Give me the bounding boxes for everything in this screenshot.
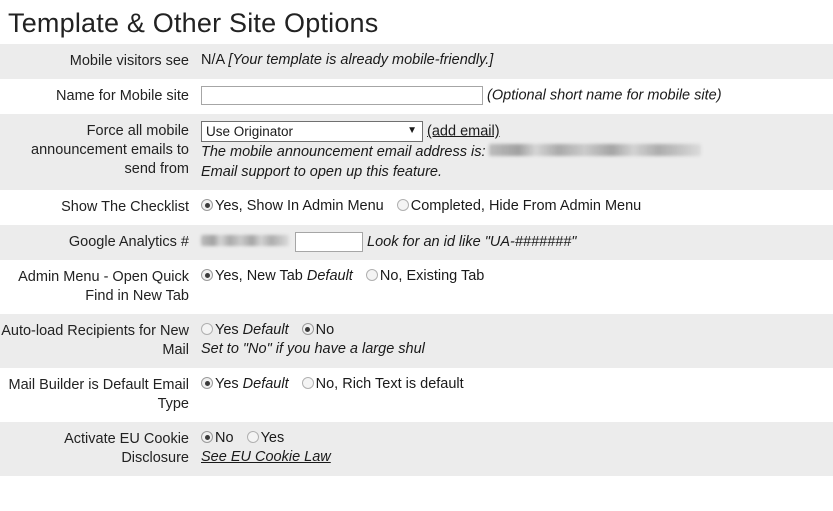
value-mail-builder-default: Yes Default No, Rich Text is default bbox=[195, 368, 833, 422]
label-mobile-visitors-see: Mobile visitors see bbox=[69, 53, 189, 69]
announcement-email-note-line-2: Email support to open up this feature. bbox=[201, 164, 443, 180]
eu-cookie-law-link[interactable]: See EU Cookie Law bbox=[201, 448, 833, 467]
label-mobile-site-name: Name for Mobile site bbox=[56, 88, 189, 104]
label-force-announcement-sender: Force all mobile announcement emails to … bbox=[31, 123, 189, 177]
row-autoload-recipients: Auto-load Recipients for New Mail Yes Def… bbox=[0, 314, 833, 368]
page-title: Template & Other Site Options bbox=[8, 8, 379, 38]
quick-find-option-no[interactable]: No, Existing Tab bbox=[365, 267, 485, 286]
radio-label-autoload-no: No bbox=[315, 322, 335, 338]
mobile-site-name-input[interactable] bbox=[201, 86, 483, 105]
radio-mail-builder-no[interactable] bbox=[301, 377, 314, 389]
eu-cookie-option-yes[interactable]: Yes bbox=[246, 429, 285, 448]
row-mobile-site-name: Name for Mobile site (Optional short nam… bbox=[0, 79, 833, 114]
value-google-analytics: Look for an id like "UA-#######" bbox=[195, 225, 833, 260]
radio-quick-find-yes[interactable] bbox=[201, 269, 213, 281]
site-options-form: Mobile visitors see N/A [Your template i… bbox=[0, 44, 833, 476]
autoload-option-no[interactable]: No bbox=[301, 321, 335, 340]
radio-label-quick-find-yes: Yes, New Tab bbox=[215, 268, 303, 284]
mail-builder-option-no[interactable]: No, Rich Text is default bbox=[301, 375, 464, 394]
value-eu-cookie-disclosure: No Yes See EU Cookie Law bbox=[195, 422, 833, 476]
redacted-google-analytics-id bbox=[201, 234, 289, 246]
radio-default-tag-mail-builder-yes: Default bbox=[242, 376, 289, 392]
show-checklist-option-yes[interactable]: Yes, Show In Admin Menu bbox=[201, 197, 384, 216]
announcement-email-note-text: The mobile announcement email address is… bbox=[201, 144, 486, 160]
radio-mail-builder-yes[interactable] bbox=[201, 377, 213, 389]
label-google-analytics: Google Analytics # bbox=[68, 234, 189, 250]
radio-label-show-checklist-completed: Completed, Hide From Admin Menu bbox=[410, 198, 642, 214]
value-autoload-recipients: Yes Default No Set to "No" if you have a … bbox=[195, 314, 833, 368]
radio-show-checklist-yes[interactable] bbox=[201, 199, 213, 211]
announcement-sender-selected-value: Use Originator bbox=[206, 124, 294, 139]
radio-label-mail-builder-no: No, Rich Text is default bbox=[315, 376, 464, 392]
radio-eu-cookie-no[interactable] bbox=[201, 431, 213, 443]
row-show-checklist: Show The Checklist Yes, Show In Admin Me… bbox=[0, 190, 833, 225]
value-quick-find-new-tab: Yes, New Tab Default No, Existing Tab bbox=[195, 260, 833, 314]
label-quick-find-new-tab: Admin Menu - Open Quick Find in New Tab bbox=[18, 269, 189, 304]
radio-label-show-checklist-yes: Yes, Show In Admin Menu bbox=[215, 198, 384, 214]
autoload-option-yes[interactable]: Yes Default bbox=[201, 321, 289, 340]
label-mail-builder-default: Mail Builder is Default Email Type bbox=[8, 377, 189, 412]
mail-builder-option-yes[interactable]: Yes Default bbox=[201, 375, 289, 394]
value-force-announcement-sender: Use Originator ▼ (add email) The mobile … bbox=[195, 114, 833, 190]
value-show-checklist: Yes, Show In Admin Menu Completed, Hide … bbox=[195, 190, 833, 225]
mobile-visitors-note: [Your template is already mobile-friendl… bbox=[228, 52, 494, 68]
row-quick-find-new-tab: Admin Menu - Open Quick Find in New Tab … bbox=[0, 260, 833, 314]
radio-autoload-no[interactable] bbox=[301, 323, 314, 335]
radio-label-mail-builder-yes: Yes bbox=[215, 376, 239, 392]
row-google-analytics: Google Analytics # Look for an id like "… bbox=[0, 225, 833, 260]
row-mobile-visitors-see: Mobile visitors see N/A [Your template i… bbox=[0, 44, 833, 79]
google-analytics-note: Look for an id like "UA-#######" bbox=[367, 233, 577, 250]
show-checklist-option-completed[interactable]: Completed, Hide From Admin Menu bbox=[396, 197, 642, 216]
label-autoload-recipients: Auto-load Recipients for New Mail bbox=[1, 323, 189, 358]
row-force-announcement-sender: Force all mobile announcement emails to … bbox=[0, 114, 833, 190]
mobile-site-name-note: (Optional short name for mobile site) bbox=[487, 87, 722, 104]
redacted-email-address bbox=[488, 144, 701, 156]
radio-label-eu-cookie-no: No bbox=[215, 430, 234, 446]
quick-find-option-yes[interactable]: Yes, New Tab Default bbox=[201, 267, 353, 286]
autoload-recipients-note: Set to "No" if you have a large shul bbox=[201, 341, 425, 357]
radio-default-tag-autoload-yes: Default bbox=[242, 322, 289, 338]
radio-autoload-yes[interactable] bbox=[201, 323, 213, 335]
radio-label-eu-cookie-yes: Yes bbox=[260, 430, 285, 446]
radio-quick-find-no[interactable] bbox=[365, 269, 378, 281]
chevron-down-icon: ▼ bbox=[407, 125, 417, 136]
label-eu-cookie-disclosure: Activate EU Cookie Disclosure bbox=[64, 431, 189, 466]
radio-label-quick-find-no: No, Existing Tab bbox=[379, 268, 485, 284]
label-show-checklist: Show The Checklist bbox=[61, 199, 189, 215]
google-analytics-input[interactable] bbox=[295, 232, 363, 252]
mobile-visitors-value: N/A bbox=[201, 52, 225, 68]
announcement-sender-select[interactable]: Use Originator ▼ bbox=[201, 121, 423, 142]
row-mail-builder-default: Mail Builder is Default Email Type Yes De… bbox=[0, 368, 833, 422]
row-eu-cookie-disclosure: Activate EU Cookie Disclosure No Yes See… bbox=[0, 422, 833, 476]
radio-show-checklist-completed[interactable] bbox=[396, 199, 409, 211]
add-email-link[interactable]: (add email) bbox=[427, 123, 500, 139]
radio-eu-cookie-yes[interactable] bbox=[246, 431, 259, 443]
radio-default-tag-quick-find-yes: Default bbox=[306, 268, 353, 284]
value-mobile-visitors-see: N/A [Your template is already mobile-fri… bbox=[195, 44, 833, 79]
eu-cookie-option-no[interactable]: No bbox=[201, 429, 234, 448]
value-mobile-site-name: (Optional short name for mobile site) bbox=[195, 79, 833, 114]
radio-label-autoload-yes: Yes bbox=[215, 322, 239, 338]
announcement-email-note: The mobile announcement email address is… bbox=[201, 142, 833, 182]
announcement-email-note-line-1: The mobile announcement email address is… bbox=[201, 142, 833, 162]
